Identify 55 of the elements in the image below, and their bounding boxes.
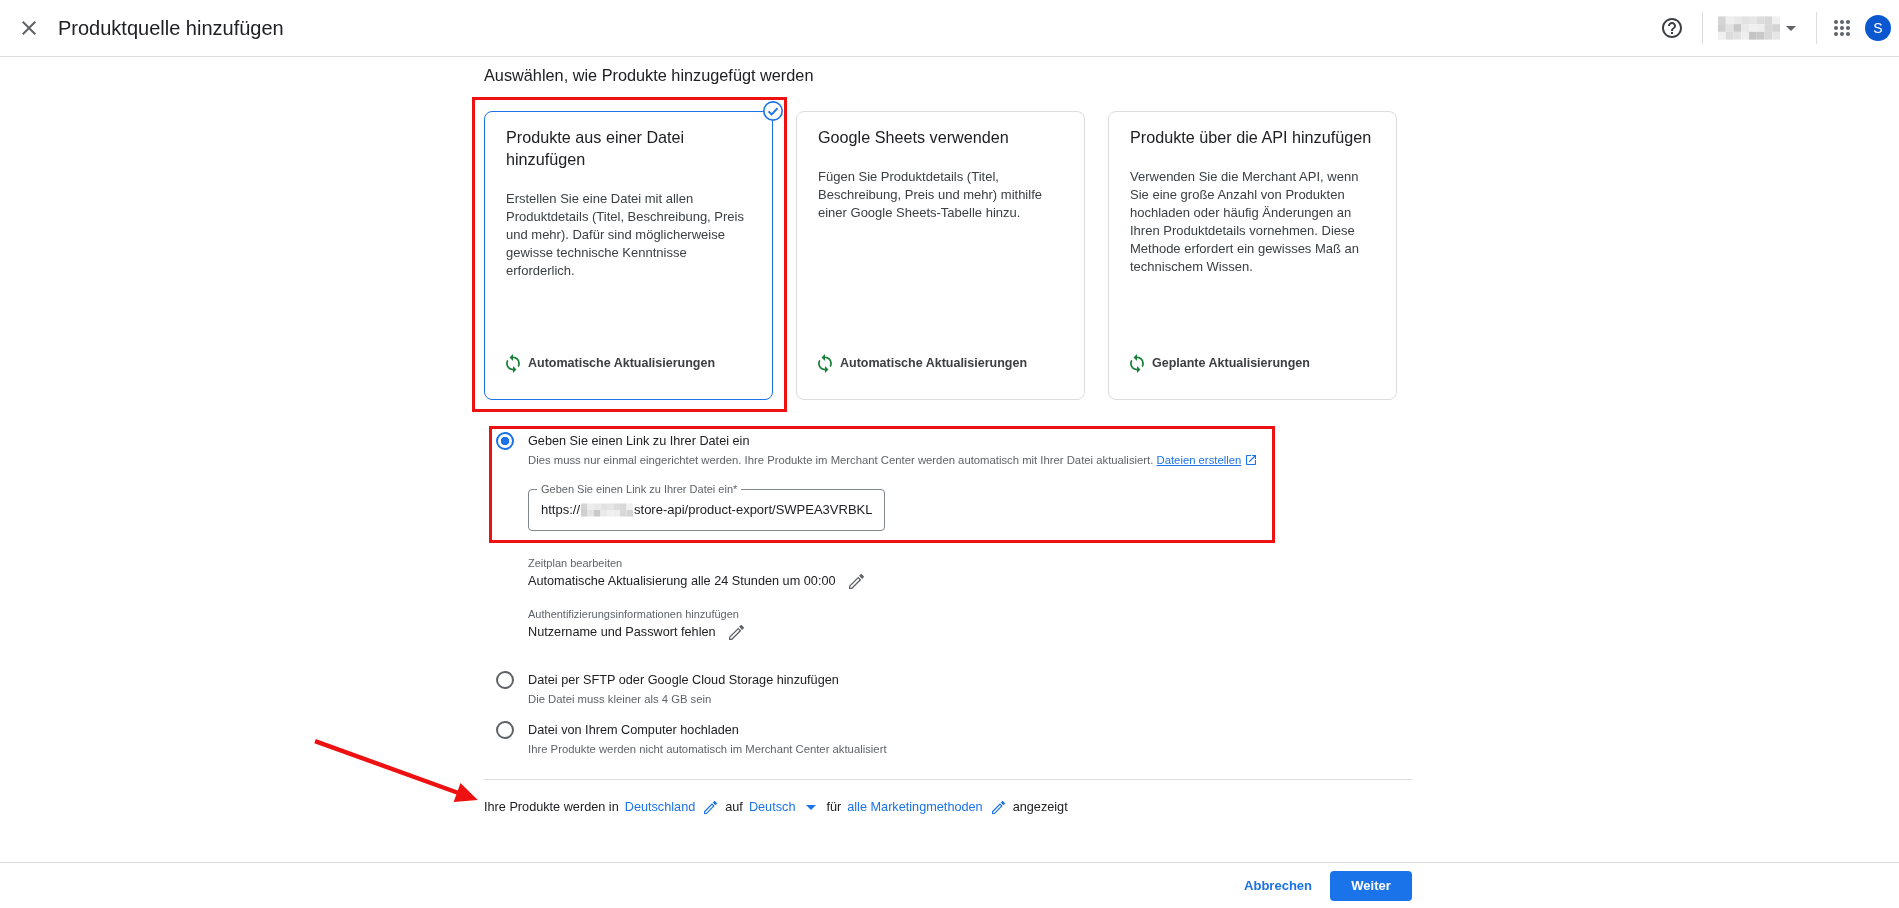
radio-button[interactable] <box>496 432 514 450</box>
setting-value: Automatische Aktualisierung alle 24 Stunden um 00:00 <box>528 573 836 590</box>
radio-button[interactable] <box>496 671 514 689</box>
check-circle-icon <box>763 101 783 121</box>
card-description: Erstellen Sie eine Datei mit allen Produktdetails (Titel, Beschreibung, Preis und mehr). Dafür sind möglicherweise gewisse technische Kenntnisse erforderlich. <box>506 190 745 280</box>
update-mode-label: Automatische Aktualisierungen <box>528 355 716 372</box>
sentence-text: auf <box>725 799 743 816</box>
pencil-icon[interactable] <box>704 800 718 814</box>
caret-icon <box>806 804 817 810</box>
redaction-block <box>1718 16 1780 40</box>
account-switcher[interactable] <box>1718 16 1796 40</box>
update-mode-label: Automatische Aktualisierungen <box>840 355 1028 372</box>
sync-icon <box>818 353 832 373</box>
external-link-icon <box>1246 455 1257 465</box>
language-dropdown[interactable]: Deutsch <box>748 800 817 814</box>
option-description: Ihre Produkte werden nicht automatisch im Merchant Center aktualisiert <box>528 742 887 757</box>
apps-grid-icon[interactable] <box>1834 20 1850 36</box>
setting-value: Nutzername und Passwort fehlen <box>528 624 716 641</box>
setting-label: Zeitplan bearbeiten <box>528 556 624 571</box>
option-label: Geben Sie einen Link zu Ihrer Datei ein <box>528 433 751 450</box>
setting-link[interactable]: Deutschland <box>624 797 696 817</box>
setting-label: Authentifizierungsinformationen hinzufügen <box>528 607 740 622</box>
text-button[interactable]: Abbrechen <box>1236 870 1320 901</box>
section-heading: Auswählen, wie Produkte hinzugefügt werden <box>484 65 815 85</box>
card-title: Produkte aus einer Datei hinzufügen <box>506 127 686 170</box>
page-title: Produktquelle hinzufügen <box>58 16 284 41</box>
radio-button[interactable] <box>496 721 514 739</box>
option-card[interactable]: Google Sheets verwenden Fügen Sie Produktdetails (Titel, Beschreibung, Preis und mehr) mithilfe einer Google Sheets-Tabelle hinzu. Automatische Aktualisierungen <box>796 111 1085 400</box>
create-files-link[interactable]: Dateien erstellen <box>1156 454 1257 466</box>
option-label: Datei per SFTP oder Google Cloud Storage hinzufügen <box>528 672 839 689</box>
help-icon[interactable] <box>1662 18 1682 38</box>
close-icon[interactable] <box>22 21 36 35</box>
primary-button[interactable]: Weiter <box>1330 870 1412 901</box>
option-label: Datei von Ihrem Computer hochladen <box>528 722 740 739</box>
avatar-button[interactable]: S <box>1865 15 1891 41</box>
sync-icon <box>506 353 520 373</box>
update-mode-label: Geplante Aktualisierungen <box>1152 355 1310 372</box>
link-input-field[interactable]: Geben Sie einen Link zu Ihrer Datei ein* https:// store-api/product-export/SWPEA3VRBKL <box>528 483 886 531</box>
option-description: Dies muss nur einmal eingerichtet werden. Ihre Produkte im Merchant Center werden automatisch mit Ihrer Datei aktualisiert. Dateien erstellen <box>528 452 1257 468</box>
card-description: Verwenden Sie die Merchant API, wenn Sie eine große Anzahl von Produkten hochladen oder häufig Änderungen an Ihren Produktdetails vornehmen. Diese Methode erfordert ein gewisses Maß an technischem Wissen. <box>1130 168 1361 276</box>
card-title: Google Sheets verwenden <box>818 127 1010 148</box>
sync-icon <box>1130 353 1144 373</box>
card-description: Fügen Sie Produktdetails (Titel, Beschreibung, Preis und mehr) mithilfe einer Google Sheets-Tabelle hinzu. <box>818 168 1043 222</box>
caret-icon <box>1786 25 1796 31</box>
redaction-block <box>581 503 634 517</box>
sentence-text: angezeigt <box>1012 799 1068 816</box>
pencil-icon[interactable] <box>991 800 1005 814</box>
card-title: Produkte über die API hinzufügen <box>1130 127 1372 148</box>
option-description: Die Datei muss kleiner als 4 GB sein <box>528 692 713 707</box>
option-card[interactable] <box>484 111 773 400</box>
sentence-text: Ihre Produkte werden in <box>484 799 619 816</box>
pencil-icon[interactable] <box>728 624 744 640</box>
setting-link[interactable]: alle Marketingmethoden <box>847 797 983 817</box>
sentence-text: für <box>826 799 842 816</box>
pencil-icon[interactable] <box>848 573 864 589</box>
